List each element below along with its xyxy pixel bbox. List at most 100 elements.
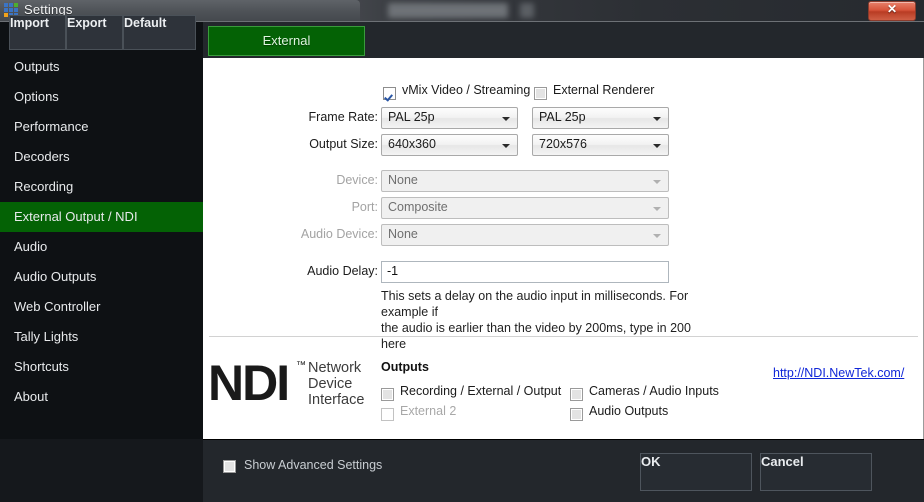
- sidebar-item-recording[interactable]: Recording: [0, 172, 203, 202]
- sidebar-item-label: Outputs: [14, 59, 60, 74]
- label-frame-rate: Frame Rate:: [308, 110, 378, 124]
- default-button[interactable]: Default: [123, 15, 196, 50]
- checkbox-icon-unchecked: [223, 460, 236, 473]
- tab-strip: External: [203, 22, 924, 58]
- tab-external[interactable]: External: [208, 26, 365, 56]
- combo-value: 720x576: [539, 137, 587, 151]
- checkbox-label: External Renderer: [553, 83, 655, 97]
- combo-value: 640x360: [388, 137, 436, 151]
- label-audio-delay-wrap: Audio Delay:: [203, 261, 378, 283]
- footer-left-panel: [0, 439, 203, 502]
- ok-button[interactable]: OK: [640, 453, 752, 491]
- sidebar-item-label: Decoders: [14, 149, 70, 164]
- settings-sidebar: DisplayOutputsOptionsPerformanceDecoders…: [0, 22, 203, 439]
- sidebar-item-label: Performance: [14, 119, 89, 134]
- combo-value: PAL 25p: [539, 110, 586, 124]
- sidebar-item-label: External Output / NDI: [14, 209, 138, 224]
- sidebar-item-decoders[interactable]: Decoders: [0, 142, 203, 172]
- trademark-icon: ™: [296, 360, 306, 371]
- background-blurred-icon: [520, 3, 534, 18]
- combo-port: Composite: [381, 197, 669, 219]
- checkbox-label: External 2: [400, 404, 457, 418]
- combo-frame-rate-left[interactable]: PAL 25p: [381, 107, 518, 129]
- checkbox-label: vMix Video / Streaming: [402, 83, 531, 97]
- combo-output-size-right[interactable]: 720x576: [532, 134, 669, 156]
- sidebar-item-label: Shortcuts: [14, 359, 69, 374]
- ndi-sub-line-3: Interface: [308, 392, 365, 408]
- sidebar-item-external-output-ndi[interactable]: External Output / NDI: [0, 202, 203, 232]
- label-audio-device-wrap: Audio Device:: [203, 224, 378, 246]
- checkbox-icon-checked: [383, 87, 396, 101]
- label-device-wrap: Device:: [203, 170, 378, 192]
- sidebar-item-label: Audio: [14, 239, 48, 254]
- combo-output-size-left[interactable]: 640x360: [381, 134, 518, 156]
- sidebar-item-shortcuts[interactable]: Shortcuts: [0, 352, 203, 382]
- label-port-wrap: Port:: [203, 197, 378, 219]
- audio-delay-value: -1: [387, 264, 399, 278]
- cancel-button[interactable]: Cancel: [760, 453, 872, 491]
- checkbox-vmix-video-streaming[interactable]: vMix Video / Streaming: [383, 83, 530, 103]
- sidebar-item-audio[interactable]: Audio: [0, 232, 203, 262]
- audio-delay-help: This sets a delay on the audio input in …: [381, 288, 711, 352]
- close-icon: ✕: [886, 2, 898, 16]
- checkbox-icon-disabled: [381, 408, 394, 422]
- checkbox-cameras-audio-inputs[interactable]: Cameras / Audio Inputs: [570, 384, 719, 404]
- chevron-down-icon: [653, 234, 661, 238]
- import-button[interactable]: Import: [9, 15, 66, 50]
- chevron-down-icon: [653, 117, 661, 121]
- chevron-down-icon: [653, 207, 661, 211]
- checkbox-label: Recording / External / Output: [400, 384, 562, 398]
- audio-delay-input[interactable]: -1: [381, 261, 669, 283]
- checkbox-icon-unchecked: [534, 87, 547, 101]
- chevron-down-icon: [502, 144, 510, 148]
- sidebar-item-label: About: [14, 389, 48, 404]
- checkbox-audio-outputs[interactable]: Audio Outputs: [570, 404, 668, 424]
- sidebar-item-web-controller[interactable]: Web Controller: [0, 292, 203, 322]
- label-output-size-wrap: Output Size:: [203, 134, 378, 156]
- ndi-outputs-heading: Outputs: [381, 360, 429, 374]
- checkbox-label: Cameras / Audio Inputs: [589, 384, 719, 398]
- label-output-size: Output Size:: [309, 137, 378, 151]
- section-divider: [209, 336, 918, 337]
- ndi-wordmark: NDI: [208, 355, 290, 411]
- sidebar-item-label: Web Controller: [14, 299, 101, 314]
- combo-device: None: [381, 170, 669, 192]
- sidebar-item-label: Recording: [14, 179, 74, 194]
- label-audio-device: Audio Device:: [300, 227, 378, 241]
- checkbox-label: Show Advanced Settings: [244, 458, 383, 472]
- ndi-website-link[interactable]: http://NDI.NewTek.com/: [773, 366, 904, 380]
- ndi-sub-line-1: Network: [308, 360, 362, 376]
- sidebar-item-label: Audio Outputs: [14, 269, 97, 284]
- help-line-1: This sets a delay on the audio input in …: [381, 289, 689, 319]
- checkbox-external-renderer[interactable]: External Renderer: [534, 83, 654, 103]
- label-port: Port:: [351, 200, 378, 214]
- background-blurred-text: [388, 3, 508, 18]
- sidebar-item-label: Tally Lights: [14, 329, 79, 344]
- label-audio-delay: Audio Delay:: [307, 264, 378, 278]
- combo-value: Composite: [388, 200, 448, 214]
- checkbox-external-2: External 2: [381, 404, 456, 424]
- checkbox-icon-unchecked: [570, 388, 583, 402]
- ndi-subtitle: Network Device Interface: [308, 360, 364, 408]
- checkbox-recording-external-output[interactable]: Recording / External / Output: [381, 384, 561, 404]
- sidebar-item-outputs[interactable]: Outputs: [0, 52, 203, 82]
- sidebar-item-options[interactable]: Options: [0, 82, 203, 112]
- checkbox-label: Audio Outputs: [589, 404, 669, 418]
- sidebar-item-about[interactable]: About: [0, 382, 203, 412]
- combo-audio-device: None: [381, 224, 669, 246]
- sidebar-item-audio-outputs[interactable]: Audio Outputs: [0, 262, 203, 292]
- sidebar-item-tally-lights[interactable]: Tally Lights: [0, 322, 203, 352]
- combo-frame-rate-right[interactable]: PAL 25p: [532, 107, 669, 129]
- checkbox-icon-unchecked: [570, 408, 583, 422]
- chevron-down-icon: [653, 180, 661, 184]
- combo-value: PAL 25p: [388, 110, 435, 124]
- label-device: Device:: [336, 173, 378, 187]
- ndi-sub-line-2: Device: [308, 376, 353, 392]
- sidebar-item-performance[interactable]: Performance: [0, 112, 203, 142]
- combo-value: None: [388, 227, 418, 241]
- sidebar-item-label: Options: [14, 89, 59, 104]
- label-frame-rate-wrap: Frame Rate:: [203, 107, 378, 129]
- close-button[interactable]: ✕: [868, 1, 916, 21]
- chevron-down-icon: [653, 144, 661, 148]
- export-button[interactable]: Export: [66, 15, 123, 50]
